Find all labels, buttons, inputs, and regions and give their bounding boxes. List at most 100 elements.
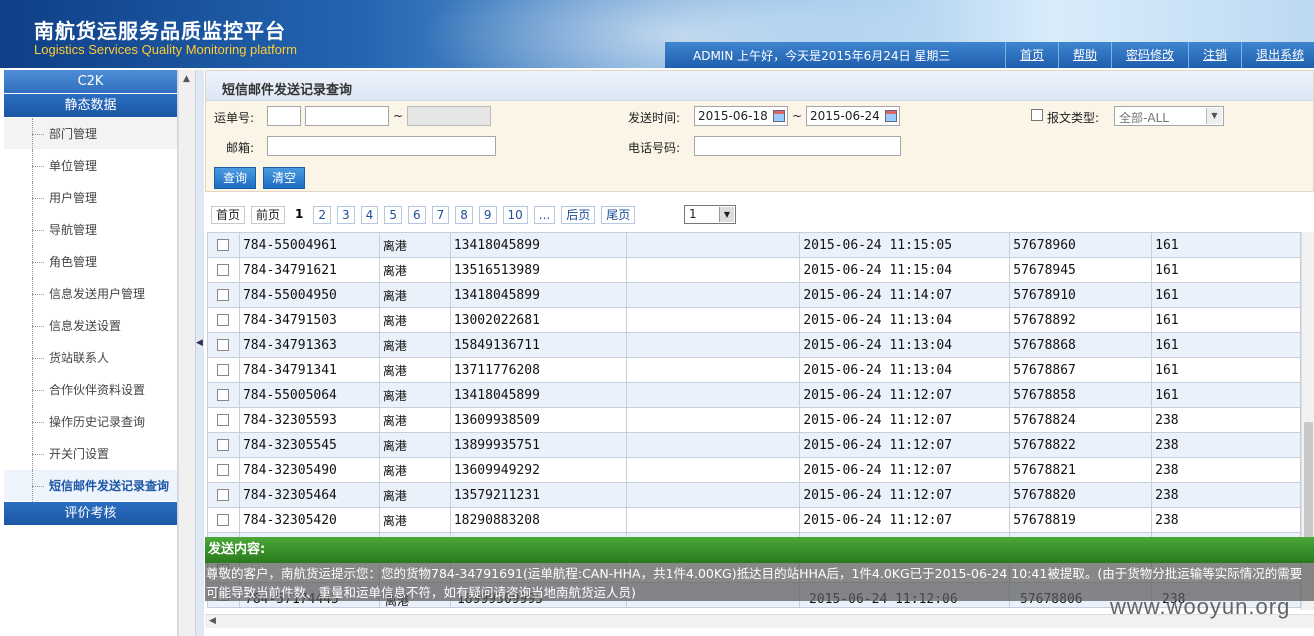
checkbox[interactable]	[217, 414, 230, 426]
table-row[interactable]: 784-34791503 离港 13002022681 2015-06-24 11:1…	[207, 307, 1301, 333]
page-link[interactable]: 9	[478, 206, 497, 224]
sidebar-collapse-handle[interactable]: ◀	[195, 70, 204, 636]
scrollbar-thumb[interactable]	[1304, 422, 1313, 542]
prev-page-button[interactable]: 前页	[251, 206, 286, 224]
table-row[interactable]: 784-32305464 离港 13579211231 2015-06-24 11:1…	[207, 482, 1301, 508]
checkbox[interactable]	[217, 239, 230, 251]
collapse-left-icon[interactable]: ◀	[196, 338, 203, 348]
waybill-prefix-input[interactable]	[267, 106, 301, 126]
checkbox[interactable]	[217, 514, 230, 526]
row-checkbox[interactable]	[207, 257, 240, 283]
first-page-button[interactable]: 首页	[211, 206, 246, 224]
calendar-icon[interactable]	[773, 110, 785, 122]
send-time-from-input[interactable]: 2015-06-18	[694, 106, 788, 126]
cell-time: 2015-06-24 11:13:04	[799, 357, 1011, 383]
chevron-down-icon[interactable]: ▼	[1206, 108, 1222, 124]
message-type-checkbox[interactable]	[1031, 109, 1043, 121]
message-type-select[interactable]: 全部-ALL ▼	[1114, 106, 1224, 126]
page-link[interactable]: 10	[502, 206, 528, 224]
scroll-up-icon[interactable]: ▲	[183, 74, 190, 84]
waybill-to-input[interactable]	[407, 106, 491, 126]
table-row[interactable]: 784-32305593 离港 13609938509 2015-06-24 11:1…	[207, 407, 1301, 433]
table-row[interactable]: 784-32305490 离港 13609949292 2015-06-24 11:1…	[207, 457, 1301, 483]
sidebar-item-department[interactable]: 部门管理	[4, 118, 177, 150]
sidebar-item-door-settings[interactable]: 开关门设置	[4, 438, 177, 470]
waybill-from-input[interactable]	[305, 106, 389, 126]
logout-link[interactable]: 注销	[1188, 42, 1241, 68]
next-page-button[interactable]: 后页	[561, 206, 596, 224]
clear-button[interactable]: 清空	[263, 167, 306, 189]
cell-id: 57678821	[1009, 457, 1153, 483]
checkbox[interactable]	[217, 389, 230, 401]
sidebar-section-static-data[interactable]: 静态数据	[4, 94, 177, 118]
sidebar-item-partner[interactable]: 合作伙伴资料设置	[4, 374, 177, 406]
table-row[interactable]: 784-55004950 离港 13418045899 2015-06-24 11:1…	[207, 282, 1301, 308]
last-page-button[interactable]: 尾页	[601, 206, 636, 224]
sidebar-item-message-user[interactable]: 信息发送用户管理	[4, 278, 177, 310]
exit-system-link[interactable]: 退出系统	[1241, 42, 1314, 68]
query-button[interactable]: 查询	[214, 167, 257, 189]
row-checkbox[interactable]	[207, 382, 240, 408]
help-link[interactable]: 帮助	[1058, 42, 1111, 68]
sidebar-section-c2k[interactable]: C2K	[4, 70, 177, 94]
checkbox[interactable]	[217, 314, 230, 326]
row-checkbox[interactable]	[207, 407, 240, 433]
row-checkbox[interactable]	[207, 482, 240, 508]
row-checkbox[interactable]	[207, 507, 240, 533]
sidebar-item-role[interactable]: 角色管理	[4, 246, 177, 278]
home-link[interactable]: 首页	[1005, 42, 1058, 68]
sidebar-item-unit[interactable]: 单位管理	[4, 150, 177, 182]
checkbox[interactable]	[217, 339, 230, 351]
page-link[interactable]: 4	[360, 206, 379, 224]
row-checkbox[interactable]	[207, 457, 240, 483]
table-row[interactable]: 784-55005064 离港 13418045899 2015-06-24 11:1…	[207, 382, 1301, 408]
page-ellipsis[interactable]: ...	[533, 206, 556, 224]
change-password-link[interactable]: 密码修改	[1111, 42, 1188, 68]
row-checkbox[interactable]	[207, 232, 240, 258]
page-link[interactable]: 6	[407, 206, 426, 224]
email-input[interactable]	[267, 136, 496, 156]
sidebar-item-message-settings[interactable]: 信息发送设置	[4, 310, 177, 342]
cell-code: 238	[1151, 457, 1301, 483]
row-checkbox[interactable]	[207, 282, 240, 308]
scroll-left-icon[interactable]: ◀	[209, 616, 216, 626]
row-checkbox[interactable]	[207, 357, 240, 383]
page-link[interactable]: 7	[431, 206, 450, 224]
cell-time: 2015-06-24 11:12:07	[799, 507, 1011, 533]
sidebar-scrollbar[interactable]: ▲	[178, 70, 195, 636]
send-time-to-input[interactable]: 2015-06-24	[806, 106, 900, 126]
row-checkbox[interactable]	[207, 307, 240, 333]
cell-time: 2015-06-24 11:12:07	[799, 457, 1011, 483]
page-link[interactable]: 5	[384, 206, 402, 224]
checkbox[interactable]	[217, 264, 230, 276]
row-checkbox[interactable]	[207, 332, 240, 358]
page-link[interactable]: 3	[337, 206, 355, 224]
table-row[interactable]: 784-32305545 离港 13899935751 2015-06-24 11:1…	[207, 432, 1301, 458]
chevron-down-icon[interactable]: ▼	[719, 207, 734, 222]
page-link[interactable]: 8	[455, 206, 473, 224]
cell-email	[625, 332, 801, 358]
sidebar-section-evaluation[interactable]: 评价考核	[4, 502, 177, 526]
row-checkbox[interactable]	[207, 432, 240, 458]
checkbox[interactable]	[217, 489, 230, 501]
cell-id: 57678892	[1009, 307, 1153, 333]
sidebar-item-navigation[interactable]: 导航管理	[4, 214, 177, 246]
checkbox[interactable]	[217, 464, 230, 476]
table-row[interactable]: 784-34791341 离港 13711776208 2015-06-24 11:1…	[207, 357, 1301, 383]
checkbox[interactable]	[217, 364, 230, 376]
phone-input[interactable]	[694, 136, 901, 156]
sidebar-item-user[interactable]: 用户管理	[4, 182, 177, 214]
page-link[interactable]: 2	[313, 206, 332, 224]
page-select[interactable]: 1 ▼	[684, 205, 736, 224]
calendar-icon[interactable]	[885, 110, 897, 122]
table-row[interactable]: 784-55004961 离港 13418045899 2015-06-24 11:1…	[207, 232, 1301, 258]
checkbox[interactable]	[217, 289, 230, 301]
table-row[interactable]: 784-32305420 离港 18290883208 2015-06-24 11:1…	[207, 507, 1301, 533]
sidebar-item-station-contact[interactable]: 货站联系人	[4, 342, 177, 374]
table-row[interactable]: 784-34791363 离港 15849136711 2015-06-24 11:1…	[207, 332, 1301, 358]
sidebar-item-history[interactable]: 操作历史记录查询	[4, 406, 177, 438]
sidebar-item-sms-email-log[interactable]: 短信邮件发送记录查询	[4, 470, 177, 502]
table-row[interactable]: 784-34791621 离港 13516513989 2015-06-24 11:1…	[207, 257, 1301, 283]
checkbox[interactable]	[217, 439, 230, 451]
cell-waybill: 784-55005064	[238, 382, 380, 408]
